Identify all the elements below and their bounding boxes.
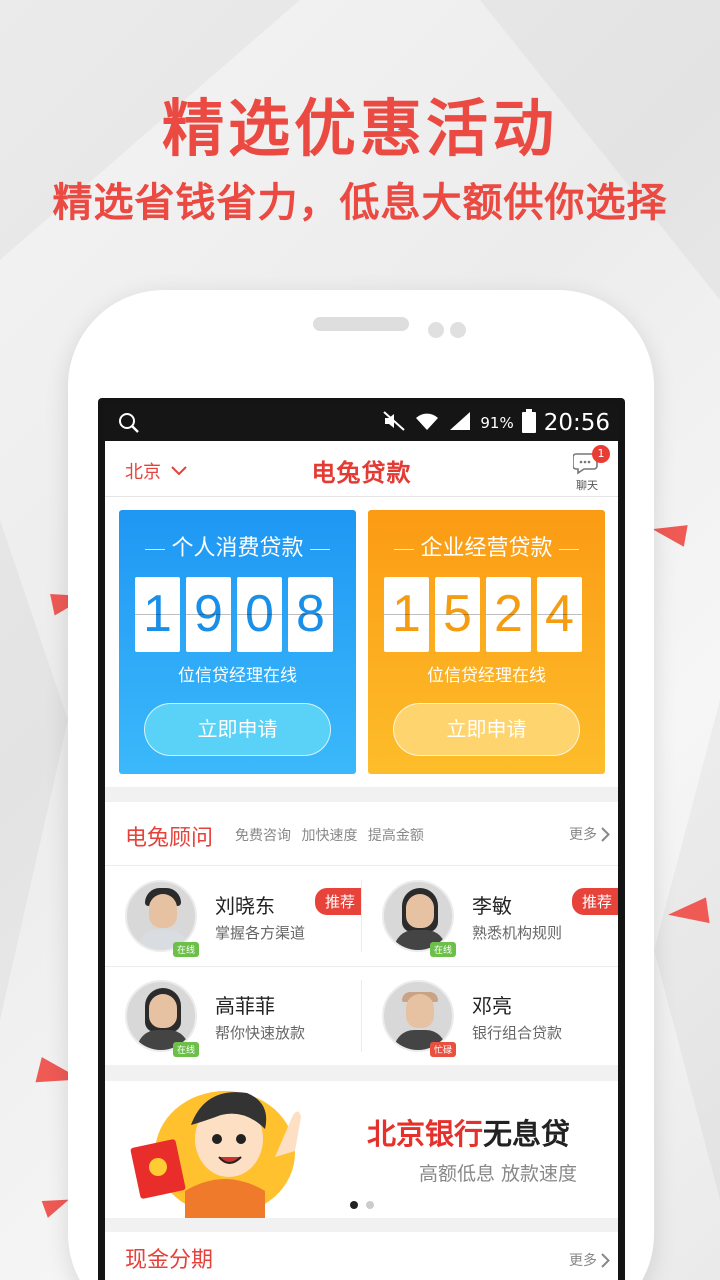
counter-digit: 0: [237, 577, 282, 652]
section-title: 电兔顾问: [125, 826, 214, 851]
avatar-face: [149, 994, 177, 1028]
red-paper-decoration: [666, 897, 710, 929]
advisor-counter: 1 5 2 4: [384, 577, 582, 652]
advisor-name: 李敏: [472, 894, 512, 918]
background-facet: [654, 700, 720, 1200]
phone-sensor: [450, 322, 466, 338]
status-bar: 91% 20:56: [105, 405, 618, 441]
counter-digit: 1: [135, 577, 180, 652]
banner-title-product: 无息贷: [483, 1117, 571, 1151]
recommend-badge: 推荐: [571, 888, 618, 915]
carousel-dot-active[interactable]: [350, 1201, 358, 1209]
online-text: 位信贷经理在线: [178, 666, 297, 686]
advisor-card[interactable]: 忙碌 邓亮 银行组合贷款: [362, 966, 618, 1066]
battery-percent: 91%: [480, 414, 514, 432]
advisor-card[interactable]: 在线 刘晓东 掌握各方渠道 推荐: [105, 866, 361, 966]
column-divider: [361, 880, 362, 952]
advisor-desc: 掌握各方渠道: [215, 924, 306, 942]
counter-digit: 1: [384, 577, 429, 652]
advisor-desc: 帮你快速放款: [215, 1024, 306, 1042]
counter-digit: 9: [186, 577, 231, 652]
advisor-name: 高菲菲: [215, 994, 275, 1018]
apply-button[interactable]: 立即申请: [144, 703, 331, 756]
counter-digit: 4: [537, 577, 582, 652]
loan-cards-section: 个人消费贷款 1 9 0 8 位信贷经理在线 立即申请 企业经营贷款 1 5 2…: [105, 497, 618, 787]
battery-icon: [521, 409, 536, 437]
card-title: 个人消费贷款: [119, 530, 356, 562]
mascot-illustration: [130, 1091, 301, 1218]
busy-status-tag: 忙碌: [430, 1042, 457, 1057]
counter-digit: 5: [435, 577, 480, 652]
counter-digit: 8: [288, 577, 333, 652]
phone-camera: [428, 322, 444, 338]
carousel-indicator: [350, 1201, 374, 1209]
app-header: 北京 电兔贷款 聊天 1: [105, 441, 618, 497]
promo-subtitle: 精选省钱省力，低息大额供你选择: [52, 180, 668, 226]
promo-banner[interactable]: 北京银行无息贷 高额低息 放款速度: [105, 1081, 618, 1218]
column-divider: [361, 980, 362, 1052]
apply-button[interactable]: 立即申请: [393, 703, 580, 756]
chevron-right-icon: [601, 826, 610, 842]
title-divider: [394, 548, 415, 550]
section-tags: 免费咨询 加快速度 提高金额: [235, 828, 424, 844]
chat-badge: 1: [592, 445, 610, 463]
more-label: 更多: [569, 827, 597, 843]
personal-loan-card[interactable]: 个人消费贷款 1 9 0 8 位信贷经理在线 立即申请: [119, 510, 356, 774]
online-status-tag: 在线: [430, 942, 457, 957]
online-text: 位信贷经理在线: [427, 666, 546, 686]
app-brand-title: 电兔贷款: [311, 459, 412, 487]
advisor-card[interactable]: 在线 高菲菲 帮你快速放款: [105, 966, 361, 1066]
card-title-text: 企业经营贷款: [420, 536, 553, 561]
title-divider: [309, 548, 330, 550]
advisors-section: 电兔顾问 免费咨询 加快速度 提高金额 更多 在线 刘晓东 掌握各方渠道 推荐: [105, 802, 618, 1065]
chat-button[interactable]: 聊天 1: [570, 445, 610, 493]
banner-subtitle: 高额低息 放款速度: [419, 1163, 578, 1185]
carousel-dot[interactable]: [366, 1201, 374, 1209]
status-icons: 91% 20:56: [382, 405, 610, 441]
card-title-text: 个人消费贷款: [171, 536, 304, 561]
banner-title: 北京银行无息贷: [367, 1111, 570, 1153]
section-title: 现金分期: [125, 1248, 214, 1273]
avatar-face: [406, 894, 434, 928]
advisor-desc: 银行组合贷款: [472, 1024, 563, 1042]
business-loan-card[interactable]: 企业经营贷款 1 5 2 4 位信贷经理在线 立即申请: [368, 510, 605, 774]
more-link[interactable]: 更多: [569, 1250, 610, 1270]
advisor-card[interactable]: 在线 李敏 熟悉机构规则 推荐: [362, 866, 618, 966]
title-divider: [145, 548, 166, 550]
avatar-face: [406, 994, 434, 1028]
card-title: 企业经营贷款: [368, 530, 605, 562]
wifi-icon: [414, 410, 440, 436]
cash-installment-section: 现金分期 更多: [105, 1232, 618, 1280]
signal-icon: [448, 410, 472, 436]
red-paper-decoration: [650, 519, 688, 547]
advisor-name: 刘晓东: [215, 894, 275, 918]
more-label: 更多: [569, 1253, 597, 1269]
mute-icon: [382, 410, 406, 436]
advisor-counter: 1 9 0 8: [135, 577, 333, 652]
chevron-right-icon: [601, 1252, 610, 1268]
app-screen: 北京 电兔贷款 聊天 1 个人消费贷款 1 9 0 8 位信贷经理在线 立即申请: [105, 441, 618, 1280]
phone-speaker: [313, 317, 409, 331]
online-status-tag: 在线: [173, 1042, 200, 1057]
search-icon[interactable]: [117, 411, 141, 439]
advisors-header: 电兔顾问 免费咨询 加快速度 提高金额 更多: [105, 802, 618, 866]
chat-label: 聊天: [576, 479, 598, 492]
title-divider: [558, 548, 579, 550]
counter-digit: 2: [486, 577, 531, 652]
banner-title-bank: 北京银行: [367, 1117, 484, 1151]
more-link[interactable]: 更多: [569, 824, 610, 844]
recommend-badge: 推荐: [314, 888, 361, 915]
online-status-tag: 在线: [173, 942, 200, 957]
clock: 20:56: [543, 410, 610, 436]
advisor-name: 邓亮: [472, 994, 512, 1018]
advisor-desc: 熟悉机构规则: [472, 924, 563, 942]
promo-title: 精选优惠活动: [161, 92, 558, 165]
avatar-face: [149, 894, 177, 928]
